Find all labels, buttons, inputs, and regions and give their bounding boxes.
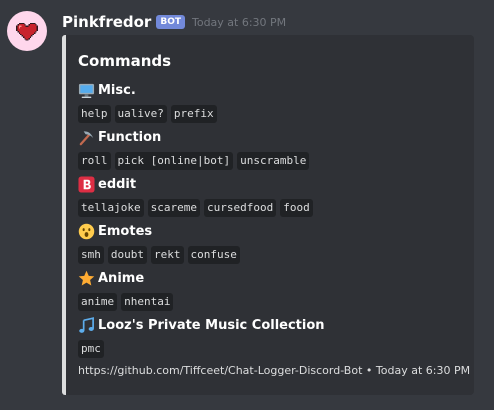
bot-tag: BOT <box>156 15 185 29</box>
field-name: eddit <box>98 176 137 192</box>
message-header: Pinkfredor BOT Today at 6:30 PM <box>62 12 286 32</box>
author-name[interactable]: Pinkfredor <box>62 13 151 31</box>
command-code: smh <box>78 246 104 264</box>
field-title: eddit <box>78 175 313 193</box>
command-list: anime nhentai <box>78 293 174 311</box>
command-code: cursedfood <box>203 199 277 217</box>
field-title: Anime <box>78 269 173 287</box>
embed: Commands Misc. help ualive? prefix Funct… <box>62 35 474 395</box>
footer-timestamp: Today at 6:30 PM <box>375 364 471 377</box>
chat-message: Pinkfredor BOT Today at 6:30 PM Commands… <box>0 0 494 410</box>
command-code: food <box>280 199 313 217</box>
command-code: tellajoke <box>78 199 144 217</box>
field-name: Function <box>98 129 162 145</box>
embed-field-music: Looz's Private Music Collection pmc <box>78 316 325 358</box>
command-code: ualive? <box>114 105 167 123</box>
field-title: Emotes <box>78 222 240 240</box>
command-code: rekt <box>151 246 184 264</box>
command-code: doubt <box>107 246 147 264</box>
b-button-icon <box>78 175 95 193</box>
field-title: Misc. <box>78 81 217 99</box>
command-code: prefix <box>170 105 217 123</box>
field-name: Misc. <box>98 82 136 98</box>
embed-title: Commands <box>78 52 172 70</box>
command-code: pick [online|bot] <box>114 152 234 170</box>
avatar[interactable] <box>7 11 47 51</box>
embed-field-reddit: eddit tellajoke scareme cursedfood food <box>78 175 313 217</box>
embed-footer: https://github.com/Tiffceet/Chat-Logger-… <box>78 364 470 377</box>
command-list: pmc <box>78 340 325 358</box>
command-code: roll <box>78 152 111 170</box>
message-timestamp[interactable]: Today at 6:30 PM <box>192 16 286 29</box>
command-code: anime <box>78 293 118 311</box>
surprised-face-icon <box>78 223 95 239</box>
field-name: Looz's Private Music Collection <box>98 317 325 333</box>
embed-field-function: Function roll pick [online|bot] unscramb… <box>78 128 310 170</box>
music-notes-icon <box>79 316 94 333</box>
computer-icon <box>78 83 95 98</box>
embed-field-anime: Anime anime nhentai <box>78 269 174 311</box>
field-name: Emotes <box>98 223 153 239</box>
pink-heart-icon <box>16 22 38 41</box>
command-code: pmc <box>78 340 104 358</box>
command-code: scareme <box>147 199 200 217</box>
field-name: Anime <box>98 270 145 286</box>
embed-field-misc: Misc. help ualive? prefix <box>78 81 217 123</box>
command-list: help ualive? prefix <box>78 105 217 123</box>
footer-separator: • <box>365 364 373 377</box>
command-code: help <box>78 105 111 123</box>
field-title: Function <box>78 128 309 146</box>
command-code: confuse <box>187 246 240 264</box>
command-list: roll pick [online|bot] unscramble <box>78 152 310 170</box>
embed-field-emotes: Emotes smh doubt rekt confuse <box>78 222 240 264</box>
field-title: Looz's Private Music Collection <box>78 316 325 334</box>
pick-icon <box>79 130 94 145</box>
command-code: unscramble <box>237 152 310 170</box>
command-list: smh doubt rekt confuse <box>78 246 240 264</box>
command-code: nhentai <box>121 293 174 311</box>
embed-accent-bar <box>62 35 66 395</box>
footer-url: https://github.com/Tiffceet/Chat-Logger-… <box>78 364 363 377</box>
command-list: tellajoke scareme cursedfood food <box>78 199 313 217</box>
star-icon <box>78 270 95 285</box>
